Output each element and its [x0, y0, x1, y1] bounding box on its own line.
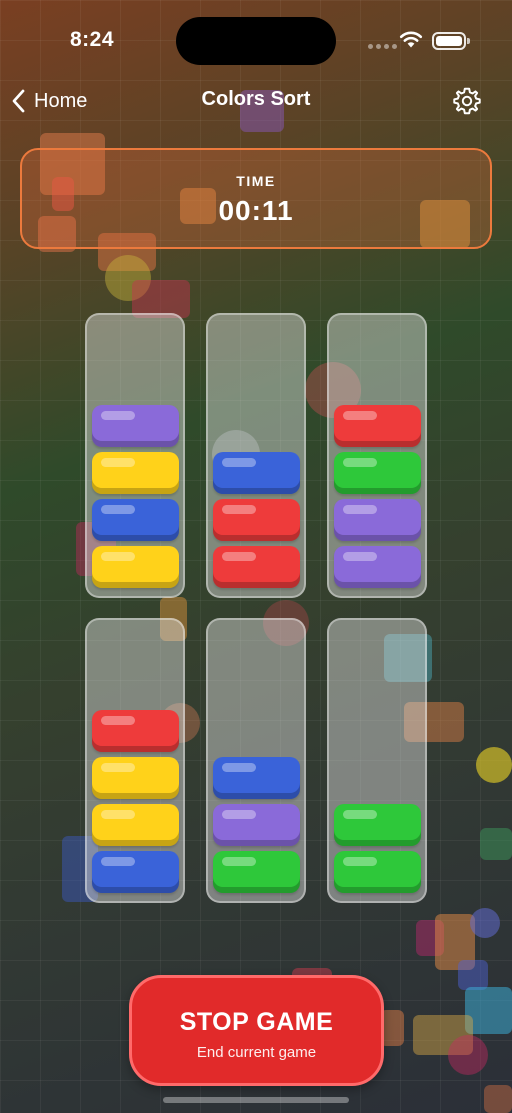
cellular-signal-icon	[368, 44, 397, 49]
ball-green	[334, 851, 421, 893]
ball-highlight	[343, 857, 377, 866]
tube-2[interactable]	[206, 313, 306, 598]
ball-yellow	[92, 757, 179, 799]
timer-label: TIME	[236, 173, 276, 189]
status-time: 8:24	[70, 28, 115, 51]
home-indicator	[163, 1097, 349, 1103]
ball-highlight	[101, 716, 135, 725]
ball-highlight	[222, 552, 256, 561]
ball-yellow	[92, 804, 179, 846]
ball-red	[213, 546, 300, 588]
tube-4[interactable]	[85, 618, 185, 903]
stop-game-button[interactable]: STOP GAME End current game	[129, 975, 384, 1086]
ball-blue	[213, 452, 300, 494]
wifi-icon	[399, 31, 423, 48]
page-title: Colors Sort	[201, 88, 311, 110]
ball-red	[92, 710, 179, 752]
ball-highlight	[101, 505, 135, 514]
tube-5[interactable]	[206, 618, 306, 903]
ball-highlight	[343, 810, 377, 819]
ball-purple	[334, 499, 421, 541]
tube-3[interactable]	[327, 313, 427, 598]
dynamic-island	[176, 17, 336, 65]
settings-button[interactable]	[452, 86, 482, 116]
ball-highlight	[222, 857, 256, 866]
ball-yellow	[92, 546, 179, 588]
ball-green	[334, 804, 421, 846]
ball-highlight	[101, 411, 135, 420]
ball-green	[213, 851, 300, 893]
ball-highlight	[101, 458, 135, 467]
timer-value: 00:11	[218, 195, 294, 226]
tube-6[interactable]	[327, 618, 427, 903]
stop-game-title: STOP GAME	[179, 1008, 334, 1036]
ball-yellow	[92, 452, 179, 494]
tube-1[interactable]	[85, 313, 185, 598]
ball-highlight	[101, 552, 135, 561]
timer-panel: TIME 00:11	[20, 148, 492, 249]
ball-highlight	[101, 763, 135, 772]
ball-red	[334, 405, 421, 447]
ball-blue	[92, 499, 179, 541]
battery-icon	[432, 32, 470, 50]
ball-blue	[213, 757, 300, 799]
ball-highlight	[343, 411, 377, 420]
ball-blue	[92, 851, 179, 893]
ball-highlight	[222, 505, 256, 514]
status-bar: 8:24	[0, 0, 512, 80]
ball-purple	[213, 804, 300, 846]
gear-icon	[453, 87, 481, 115]
navigation-bar: Home Colors Sort	[0, 76, 512, 126]
ball-purple	[92, 405, 179, 447]
stop-game-subtitle: End current game	[196, 1044, 317, 1061]
ball-highlight	[343, 552, 377, 561]
ball-highlight	[222, 763, 256, 772]
ball-highlight	[343, 505, 377, 514]
ball-highlight	[101, 810, 135, 819]
ball-red	[213, 499, 300, 541]
ball-green	[334, 452, 421, 494]
ball-purple	[334, 546, 421, 588]
ball-highlight	[101, 857, 135, 866]
ball-highlight	[343, 458, 377, 467]
ball-highlight	[222, 810, 256, 819]
ball-highlight	[222, 458, 256, 467]
